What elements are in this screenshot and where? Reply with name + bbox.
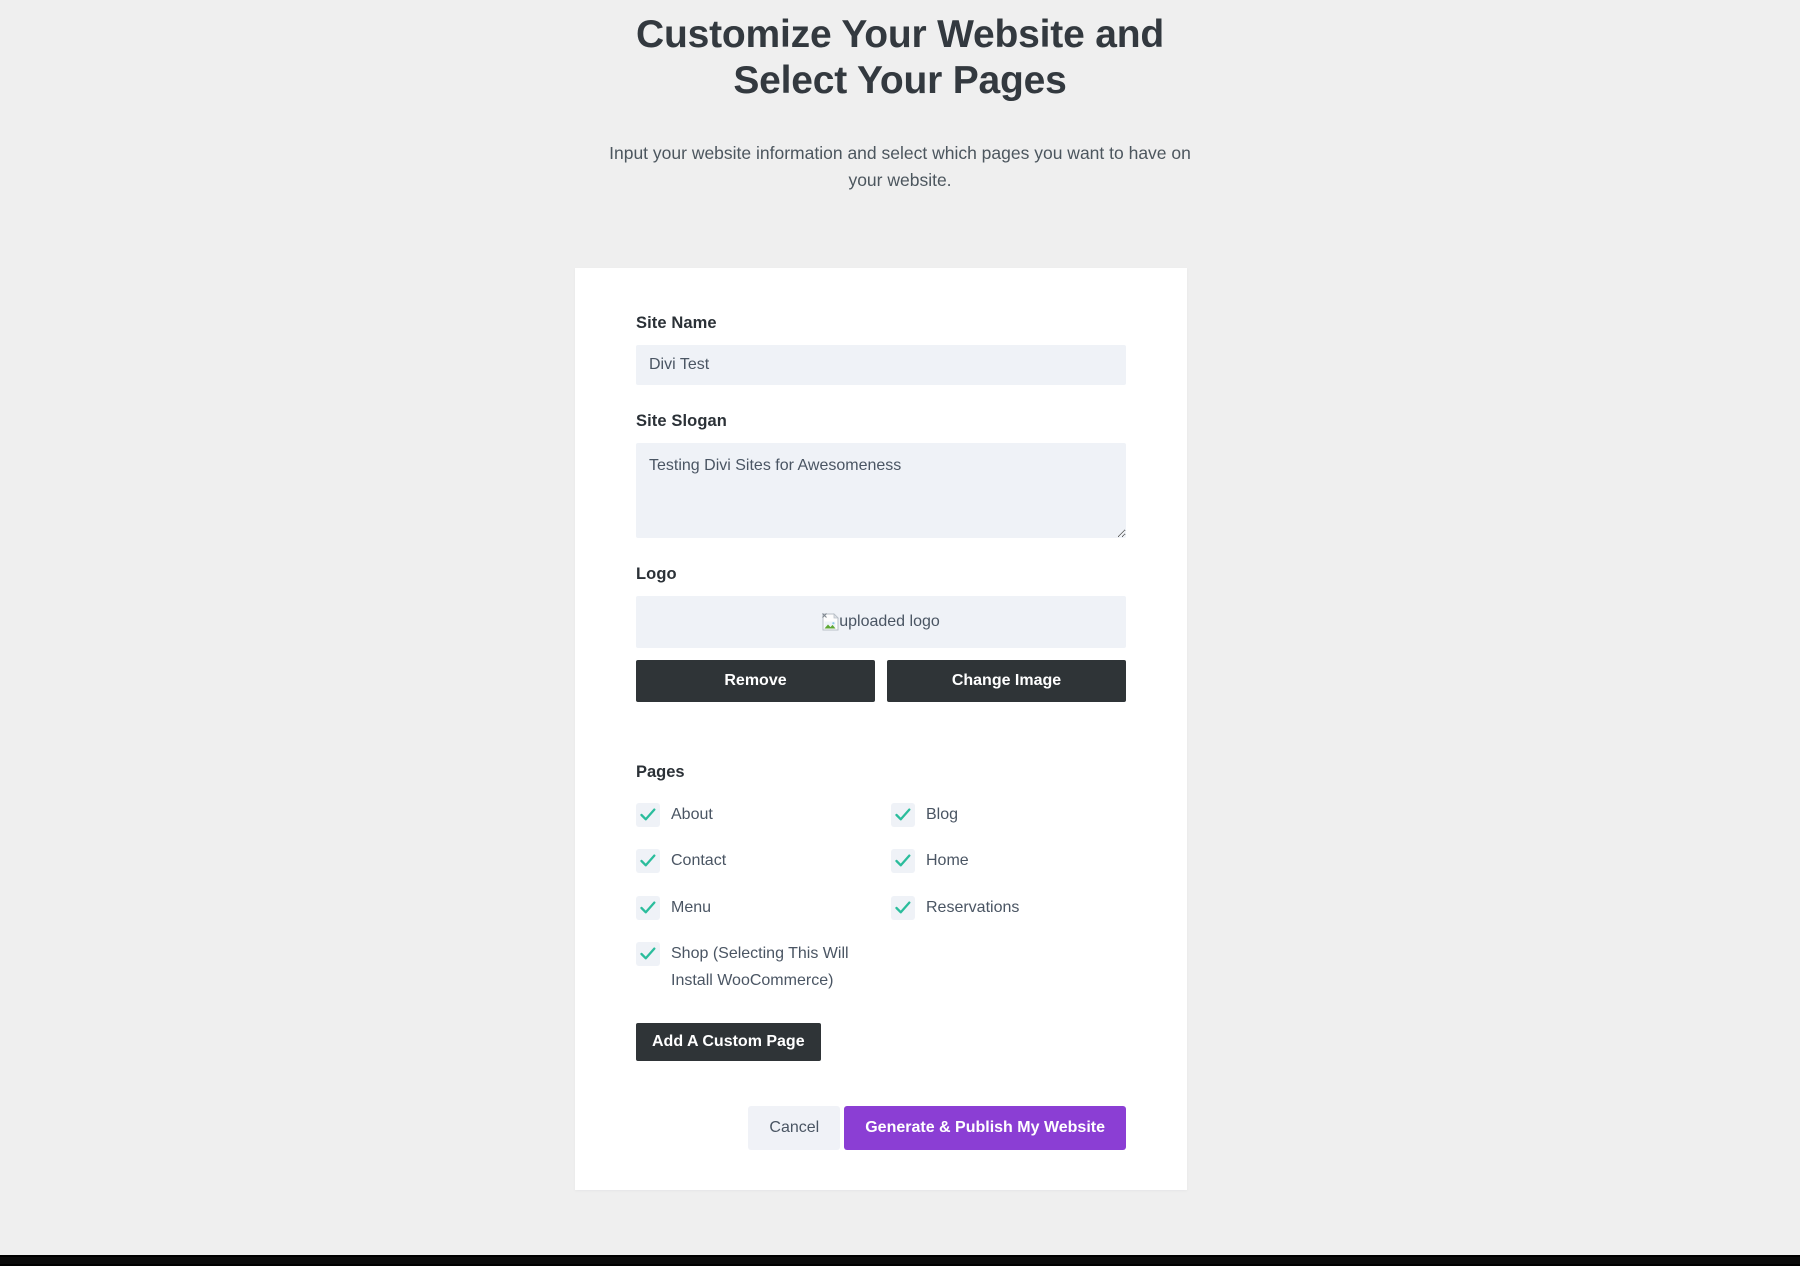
- bottom-status-bar-inner: [0, 1257, 1800, 1264]
- logo-preview-alt-text: uploaded logo: [839, 613, 940, 630]
- checkbox-checked-icon[interactable]: [891, 849, 915, 874]
- checkmark-icon: [640, 901, 656, 914]
- checkbox-checked-icon[interactable]: [636, 942, 660, 967]
- checkbox-checked-icon[interactable]: [636, 849, 660, 874]
- checkbox-checked-icon[interactable]: [636, 803, 660, 827]
- add-custom-page-wrap: Add A Custom Page: [636, 1022, 1126, 1061]
- checkmark-icon: [640, 854, 656, 867]
- page-viewport: Customize Your Website and Select Your P…: [0, 0, 1800, 1266]
- add-custom-page-button[interactable]: Add A Custom Page: [636, 1022, 821, 1061]
- cancel-button[interactable]: Cancel: [748, 1105, 841, 1150]
- checkmark-icon: [895, 901, 911, 914]
- checkmark-icon: [895, 854, 911, 867]
- page-label: Blog: [926, 806, 959, 823]
- page-checkbox-menu[interactable]: Menu: [636, 885, 871, 931]
- bottom-status-bar: [0, 1255, 1800, 1266]
- logo-field-group: Logo uploaded logo Remove Change Image: [636, 565, 1126, 702]
- page-header: Customize Your Website and Select Your P…: [0, 0, 1800, 194]
- page-checkbox-shop[interactable]: Shop (Selecting This Will Install WooCom…: [636, 931, 871, 1004]
- site-name-label: Site Name: [636, 314, 717, 332]
- checkmark-icon: [895, 808, 911, 821]
- checkmark-icon: [640, 947, 656, 960]
- logo-buttons: Remove Change Image: [636, 660, 1126, 702]
- page-title: Customize Your Website and Select Your P…: [636, 13, 1164, 103]
- page-checkbox-reservations[interactable]: Reservations: [891, 885, 1126, 931]
- checkmark-icon: [640, 808, 656, 821]
- page-checkbox-contact[interactable]: Contact: [636, 838, 871, 884]
- page-label: Shop (Selecting This Will Install WooCom…: [671, 945, 849, 989]
- pages-label: Pages: [636, 763, 685, 781]
- page-checkbox-home[interactable]: Home: [891, 838, 1126, 884]
- pages-grid: About Blog Contact Home Menu Reservation…: [636, 792, 1126, 1004]
- page-label: Reservations: [926, 898, 1020, 916]
- remove-logo-button[interactable]: Remove: [636, 660, 875, 702]
- pages-section: Pages About Blog Contact Home Menu Reser…: [636, 763, 1126, 1061]
- site-slogan-textarea[interactable]: [636, 443, 1126, 538]
- checkbox-checked-icon[interactable]: [891, 895, 915, 920]
- site-name-input[interactable]: [636, 345, 1126, 385]
- logo-preview-box[interactable]: uploaded logo: [636, 596, 1126, 648]
- page-label: Home: [926, 852, 969, 870]
- page-label: Menu: [671, 898, 712, 916]
- site-slogan-field-group: Site Slogan: [636, 412, 1126, 538]
- website-setup-card: Site Name Site Slogan Logo uplo: [575, 268, 1187, 1190]
- card-actions: Cancel Generate & Publish My Website: [636, 1105, 1126, 1150]
- checkbox-checked-icon[interactable]: [891, 803, 915, 827]
- broken-image-icon: [822, 613, 840, 631]
- site-slogan-label: Site Slogan: [636, 412, 727, 430]
- checkbox-checked-icon[interactable]: [636, 895, 660, 920]
- site-name-field-group: Site Name: [636, 314, 1126, 385]
- page-subtitle: Input your website information and selec…: [609, 143, 1191, 191]
- page-checkbox-about[interactable]: About: [636, 792, 871, 838]
- page-label: Contact: [671, 852, 727, 870]
- generate-publish-button[interactable]: Generate & Publish My Website: [844, 1105, 1126, 1150]
- page-checkbox-blog[interactable]: Blog: [891, 792, 1126, 838]
- change-image-button[interactable]: Change Image: [887, 660, 1126, 702]
- page-label: About: [671, 806, 713, 823]
- logo-label: Logo: [636, 565, 677, 583]
